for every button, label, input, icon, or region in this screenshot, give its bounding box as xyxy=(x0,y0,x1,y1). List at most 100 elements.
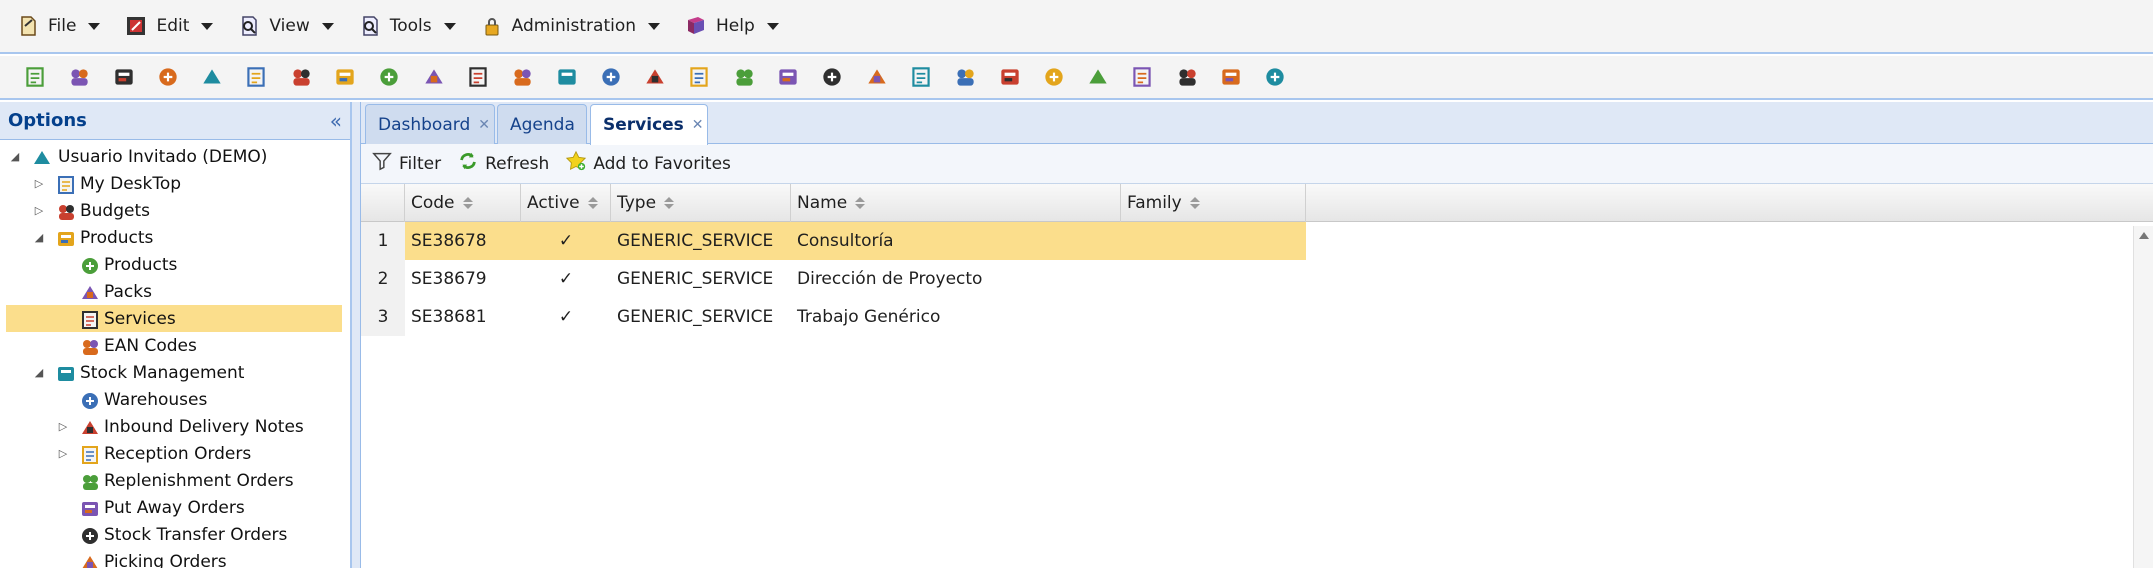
cell-code: SE38679 xyxy=(411,269,487,289)
close-icon[interactable]: ✕ xyxy=(692,117,704,133)
tree-item-products[interactable]: Products xyxy=(0,251,350,278)
tree-item-products[interactable]: ◢ Products xyxy=(0,224,350,251)
tree-item-stock-management[interactable]: ◢ Stock Management xyxy=(0,359,350,386)
truck-icon[interactable] xyxy=(461,62,495,92)
puzzle-icon[interactable] xyxy=(815,62,849,92)
money-doc-icon[interactable] xyxy=(860,62,894,92)
menu-administration[interactable]: Administration xyxy=(474,6,666,46)
tab-dashboard[interactable]: Dashboard ✕ xyxy=(365,104,495,144)
expand-arrow-icon[interactable]: ▷ xyxy=(32,177,46,191)
print-icon[interactable] xyxy=(18,62,52,92)
fire-icon[interactable] xyxy=(682,62,716,92)
scroll-up-icon[interactable] xyxy=(2139,232,2149,239)
chevron-down-icon xyxy=(648,22,661,30)
pencil-check-icon-2[interactable] xyxy=(638,62,672,92)
putaway-icon xyxy=(78,497,100,519)
copy-icon[interactable] xyxy=(107,62,141,92)
tab-bar: Dashboard ✕ Agenda Services ✕ xyxy=(361,102,2153,145)
expand-arrow-icon[interactable]: ▷ xyxy=(56,420,70,434)
user-tie-icon[interactable] xyxy=(727,62,761,92)
calculator-icon[interactable] xyxy=(771,62,805,92)
collapse-arrow-icon[interactable]: ◢ xyxy=(32,366,46,380)
grid-vertical-scrollbar[interactable] xyxy=(2133,226,2153,568)
table-row[interactable]: 2 SE38679 ✓ GENERIC_SERVICE Dirección de Pro… xyxy=(361,260,1306,298)
column-header-family[interactable]: Family xyxy=(1121,184,1306,222)
tree-item-stock-transfer-orders[interactable]: Stock Transfer Orders xyxy=(0,521,350,548)
collapse-arrow-icon[interactable]: ◢ xyxy=(32,231,46,245)
menu-file[interactable]: File xyxy=(10,6,106,46)
tree-item-services[interactable]: Services xyxy=(6,305,342,332)
box-icon[interactable] xyxy=(328,62,362,92)
calendar-icon[interactable] xyxy=(195,62,229,92)
column-header-code[interactable]: Code xyxy=(405,184,521,222)
collapse-arrow-icon[interactable]: ◢ xyxy=(8,150,22,164)
tree-item-warehouses[interactable]: Warehouses xyxy=(0,386,350,413)
expand-arrow-icon[interactable]: ▷ xyxy=(32,204,46,218)
document-icon[interactable] xyxy=(239,62,273,92)
close-icon[interactable]: ✕ xyxy=(478,117,490,133)
cell-active: ✓ xyxy=(558,231,574,251)
table-row[interactable]: 1 SE38678 ✓ GENERIC_SERVICE Consultoría xyxy=(361,222,1306,260)
refresh-button[interactable]: Refresh xyxy=(457,150,549,177)
budget-icon xyxy=(54,200,76,222)
filter-button[interactable]: Filter xyxy=(371,150,441,177)
report-icon[interactable] xyxy=(1125,62,1159,92)
sort-icon[interactable] xyxy=(462,197,473,209)
cell-active: ✓ xyxy=(558,269,574,289)
tree-item-my-desktop[interactable]: ▷ My DeskTop xyxy=(0,170,350,197)
tree-item-reception-orders[interactable]: ▷ Reception Orders xyxy=(0,440,350,467)
table-row[interactable]: 3 SE38681 ✓ GENERIC_SERVICE Trabajo Genérico xyxy=(361,298,1306,336)
cut-icon[interactable] xyxy=(62,62,96,92)
add-to-favorites-button[interactable]: Add to Favorites xyxy=(565,150,731,177)
sort-icon[interactable] xyxy=(1189,197,1200,209)
tree-item-inbound-delivery-notes[interactable]: ▷ Inbound Delivery Notes xyxy=(0,413,350,440)
tree-item-budgets[interactable]: ▷ Budgets xyxy=(0,197,350,224)
products-pyramid-icon xyxy=(54,227,76,249)
bug-icon[interactable] xyxy=(1170,62,1204,92)
edit-icon xyxy=(124,14,148,38)
tab-services[interactable]: Services ✕ xyxy=(590,104,708,145)
collapse-panel-icon[interactable]: « xyxy=(330,109,342,133)
menu-edit[interactable]: Edit xyxy=(118,6,219,46)
cart-icon[interactable] xyxy=(1214,62,1248,92)
list-icon[interactable] xyxy=(1258,62,1292,92)
tree-item-label: Put Away Orders xyxy=(104,497,245,518)
tab-agenda[interactable]: Agenda xyxy=(497,104,587,144)
panel-splitter[interactable] xyxy=(352,102,361,568)
package-icon[interactable] xyxy=(505,62,539,92)
pencil-check-icon[interactable] xyxy=(594,62,628,92)
expand-arrow-icon[interactable]: ▷ xyxy=(56,447,70,461)
warehouse-icon[interactable] xyxy=(417,62,451,92)
menu-view[interactable]: View xyxy=(231,6,339,46)
sort-icon[interactable] xyxy=(587,197,598,209)
column-header-label: Active xyxy=(527,193,580,213)
menu-help[interactable]: Help xyxy=(678,6,785,46)
tree-item-label: Warehouses xyxy=(104,389,208,410)
sort-icon[interactable] xyxy=(664,197,675,209)
tree-item-replenishment-orders[interactable]: Replenishment Orders xyxy=(0,467,350,494)
people-icon[interactable] xyxy=(372,62,406,92)
tree-item-label: Stock Transfer Orders xyxy=(104,524,288,545)
person-icon[interactable] xyxy=(993,62,1027,92)
tree-item-ean-codes[interactable]: EAN Codes xyxy=(0,332,350,359)
action-bar: Filter Refresh Add to Favorites xyxy=(361,144,2153,184)
card-icon[interactable] xyxy=(550,62,584,92)
column-header-type[interactable]: Type xyxy=(611,184,791,222)
tree-item-put-away-orders[interactable]: Put Away Orders xyxy=(0,494,350,521)
tree-item-usuario-invitado-(demo)[interactable]: ◢ Usuario Invitado (DEMO) xyxy=(0,143,350,170)
cash-register-icon[interactable] xyxy=(284,62,318,92)
barcode-icon xyxy=(78,335,100,357)
column-header-name[interactable]: Name xyxy=(791,184,1121,222)
column-header-active[interactable]: Active xyxy=(521,184,611,222)
house-icon[interactable] xyxy=(948,62,982,92)
mail-icon[interactable] xyxy=(1081,62,1115,92)
tree-item-picking-orders[interactable]: Picking Orders xyxy=(0,548,350,568)
cell-family xyxy=(1121,298,1306,336)
sort-icon[interactable] xyxy=(855,197,866,209)
contacts-icon[interactable] xyxy=(1037,62,1071,92)
tree-item-packs[interactable]: Packs xyxy=(0,278,350,305)
paste-icon[interactable] xyxy=(151,62,185,92)
menu-tools[interactable]: Tools xyxy=(352,6,462,46)
money-doc-icon-2[interactable] xyxy=(904,62,938,92)
cell-type: GENERIC_SERVICE xyxy=(617,269,774,289)
